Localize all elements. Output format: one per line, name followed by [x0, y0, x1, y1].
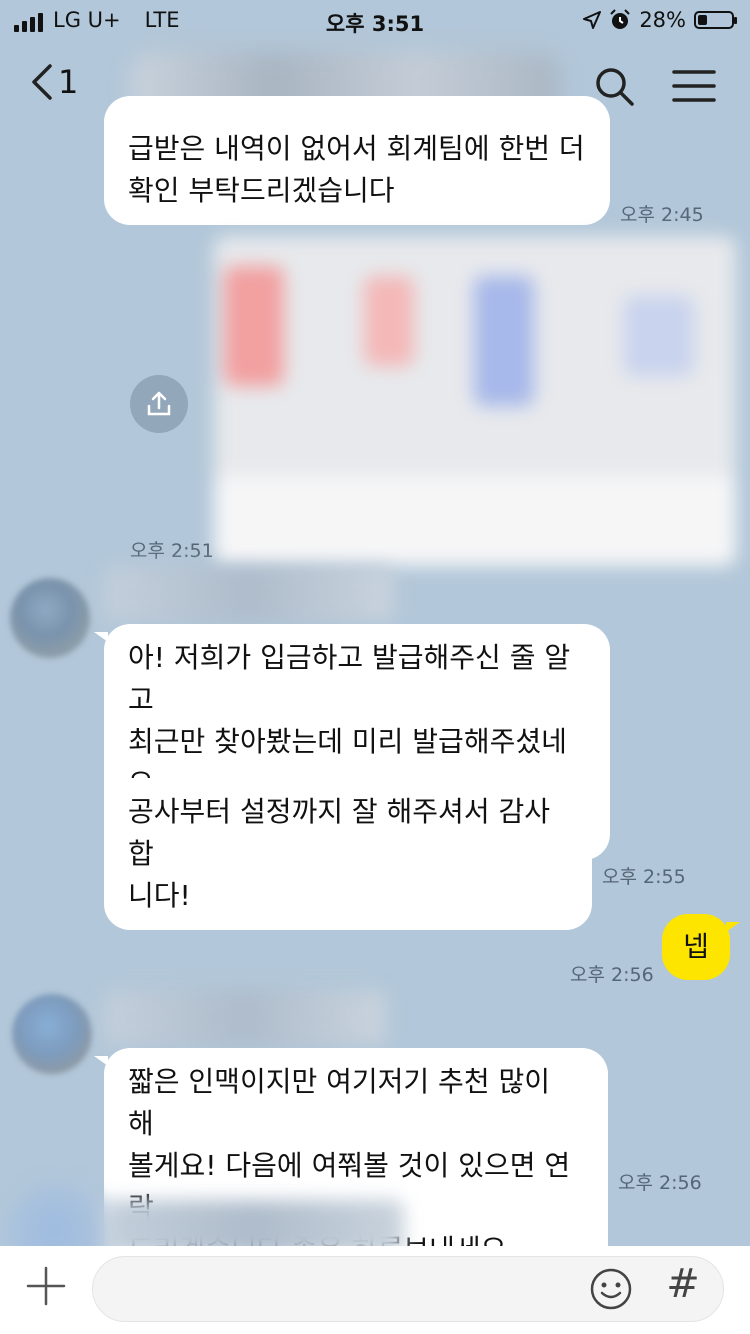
- message-input[interactable]: #: [92, 1256, 724, 1322]
- my-message-bubble[interactable]: 넵: [662, 914, 740, 980]
- back-button[interactable]: 1: [28, 62, 78, 102]
- menu-icon[interactable]: [670, 64, 718, 108]
- shared-image[interactable]: [214, 236, 736, 566]
- emoji-icon[interactable]: [589, 1267, 633, 1311]
- status-bar: LG U+ LTE 오후 3:51 28%: [0, 0, 750, 40]
- message-timestamp: 오후 2:51: [130, 540, 214, 562]
- share-icon: [147, 391, 171, 416]
- battery-percent: 28%: [639, 8, 686, 32]
- unread-count: 1: [58, 63, 79, 101]
- message-timestamp: 오후 2:45: [620, 204, 704, 226]
- location-arrow-icon: [583, 11, 602, 29]
- plus-icon[interactable]: [26, 1266, 66, 1306]
- hash-icon[interactable]: #: [663, 1261, 703, 1307]
- avatar[interactable]: [10, 578, 90, 658]
- message-input-bar: #: [0, 1246, 750, 1334]
- avatar[interactable]: [12, 994, 92, 1074]
- alarm-clock-icon: [610, 9, 631, 29]
- message-bubble[interactable]: 공사부터 설정까지 잘 해주셔서 감사합 니다!: [104, 778, 592, 930]
- message-bubble[interactable]: 급받은 내역이 없어서 회계팀에 한번 더 확인 부탁드리겠습니다: [104, 124, 610, 225]
- battery-level: [698, 15, 707, 25]
- message-timestamp: 오후 2:56: [570, 964, 654, 986]
- message-text: 공사부터 설정까지 잘 해주셔서 감사합 니다!: [128, 795, 551, 912]
- share-button[interactable]: [130, 375, 188, 433]
- sender-name: [104, 566, 394, 622]
- message-text: 넵: [683, 930, 709, 963]
- message-timestamp: 오후 2:56: [618, 1172, 702, 1194]
- chevron-left-icon: [32, 64, 52, 100]
- sender-name: [104, 990, 386, 1046]
- message-text: 급받은 내역이 없어서 회계팀에 한번 더 확인 부탁드리겠습니다: [128, 132, 585, 207]
- battery-icon: [694, 11, 737, 29]
- message-timestamp: 오후 2:55: [602, 866, 686, 888]
